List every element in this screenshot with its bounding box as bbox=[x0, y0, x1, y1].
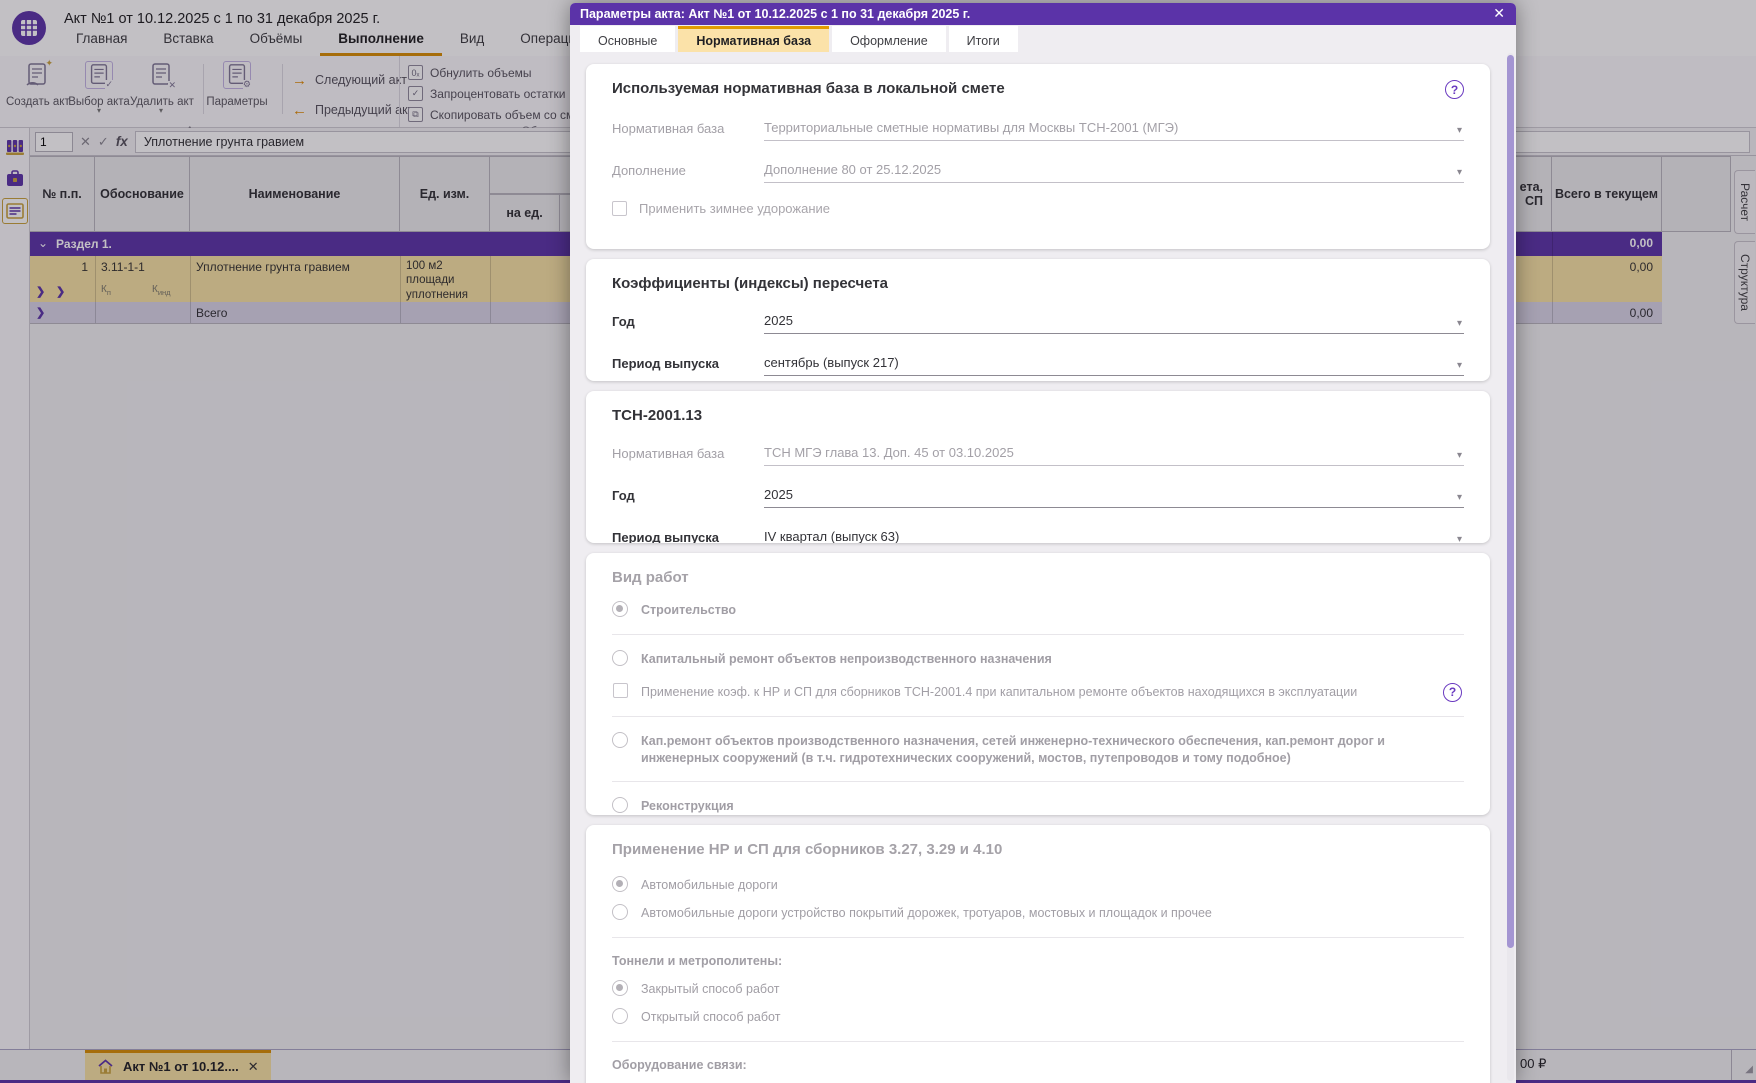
checkbox-nr-sp-coeff[interactable]: Применение коэф. к НР и СП для сборников… bbox=[612, 682, 1464, 702]
card-title: ТСН-2001.13 bbox=[612, 407, 703, 424]
tab-formatting[interactable]: Оформление bbox=[832, 26, 946, 52]
tab-main[interactable]: Основные bbox=[580, 26, 676, 52]
divider bbox=[612, 633, 1464, 635]
field-year: Год 2025 ▾ bbox=[612, 313, 1464, 334]
card-title: Используемая нормативная база в локально… bbox=[612, 80, 1005, 97]
radio-off-icon bbox=[612, 649, 628, 666]
dialog-scrollbar[interactable] bbox=[1507, 53, 1514, 1081]
checkbox-icon bbox=[613, 682, 628, 698]
radio-construction[interactable]: Строительство bbox=[612, 601, 1464, 619]
card-title: Вид работ bbox=[612, 569, 689, 586]
divider bbox=[612, 715, 1464, 717]
card-coefficients: Коэффициенты (индексы) пересчета Год 202… bbox=[586, 259, 1490, 381]
card-tsn-2001-13: ТСН-2001.13 Нормативная база ТСН МГЭ гла… bbox=[586, 391, 1490, 543]
radio-auto-roads-surfacing[interactable]: Автомобильные дороги устройство покрытий… bbox=[612, 903, 1464, 922]
dialog-title-bar[interactable]: Параметры акта: Акт №1 от 10.12.2025 с 1… bbox=[570, 3, 1516, 25]
field-release-period: Период выпуска сентябрь (выпуск 217) ▾ bbox=[612, 355, 1464, 376]
chevron-down-icon: ▾ bbox=[1456, 318, 1462, 329]
dialog-title: Параметры акта: Акт №1 от 10.12.2025 с 1… bbox=[580, 7, 971, 21]
tsn-base-select[interactable]: ТСН МГЭ глава 13. Доп. 45 от 03.10.2025 ▾ bbox=[764, 445, 1464, 466]
radio-capital-repair-prod[interactable]: Кап.ремонт объектов производственного на… bbox=[612, 731, 1464, 767]
chevron-down-icon: ▾ bbox=[1456, 125, 1462, 136]
field-normative-base: Нормативная база Территориальные сметные… bbox=[612, 120, 1464, 141]
field-tsn-year: Год 2025 ▾ bbox=[612, 487, 1464, 508]
field-addition: Дополнение Дополнение 80 от 25.12.2025 ▾ bbox=[612, 162, 1464, 183]
radio-reconstruction[interactable]: Реконструкция bbox=[612, 797, 1464, 815]
chevron-down-icon: ▾ bbox=[1456, 450, 1462, 461]
radio-off-icon bbox=[612, 731, 628, 748]
help-icon[interactable]: ? bbox=[1445, 80, 1464, 99]
divider bbox=[612, 781, 1464, 783]
help-icon[interactable]: ? bbox=[1443, 682, 1462, 702]
radio-auto-roads[interactable]: Автомобильные дороги bbox=[612, 876, 1464, 894]
release-period-select[interactable]: сентябрь (выпуск 217) ▾ bbox=[764, 355, 1464, 376]
chevron-down-icon: ▾ bbox=[1456, 360, 1462, 371]
card-nr-sp: Применение НР и СП для сборников 3.27, 3… bbox=[586, 825, 1490, 1083]
dialog-tab-bar: Основные Нормативная база Оформление Ито… bbox=[570, 25, 1516, 52]
scrollbar-thumb[interactable] bbox=[1507, 55, 1514, 948]
tab-normative-base[interactable]: Нормативная база bbox=[678, 26, 830, 52]
chevron-down-icon: ▾ bbox=[1456, 534, 1462, 543]
year-select[interactable]: 2025 ▾ bbox=[764, 313, 1464, 334]
radio-off-icon bbox=[612, 1007, 628, 1024]
radio-on-icon bbox=[612, 601, 628, 617]
card-title: Применение НР и СП для сборников 3.27, 3… bbox=[612, 841, 1003, 858]
divider bbox=[612, 1040, 1464, 1042]
card-title: Коэффициенты (индексы) пересчета bbox=[612, 275, 889, 292]
radio-off-icon bbox=[612, 797, 628, 814]
radio-closed-method[interactable]: Закрытый способ работ bbox=[612, 979, 1464, 998]
chevron-down-icon: ▾ bbox=[1456, 167, 1462, 178]
subsection-tunnels: Тоннели и метрополитены: bbox=[612, 953, 783, 968]
radio-off-icon bbox=[612, 903, 628, 920]
radio-capital-repair-nonprod[interactable]: Капитальный ремонт объектов непроизводст… bbox=[612, 649, 1464, 668]
subsection-comm: Оборудование связи: bbox=[612, 1057, 747, 1072]
checkbox-icon bbox=[612, 201, 627, 216]
card-work-type: Вид работ Строительство Капитальный ремо… bbox=[586, 553, 1490, 815]
tsn-year-select[interactable]: 2025 ▾ bbox=[764, 487, 1464, 508]
field-tsn-release-period: Период выпуска IV квартал (выпуск 63) ▾ bbox=[612, 529, 1464, 543]
radio-on-icon bbox=[612, 876, 628, 892]
field-tsn-normative-base: Нормативная база ТСН МГЭ глава 13. Доп. … bbox=[612, 445, 1464, 466]
normative-base-select[interactable]: Территориальные сметные нормативы для Мо… bbox=[764, 120, 1464, 141]
addition-select[interactable]: Дополнение 80 от 25.12.2025 ▾ bbox=[764, 162, 1464, 183]
dialog-content: Используемая нормативная база в локально… bbox=[570, 52, 1516, 1083]
radio-on-icon bbox=[612, 979, 628, 996]
chevron-down-icon: ▾ bbox=[1456, 492, 1462, 503]
radio-open-method[interactable]: Открытый способ работ bbox=[612, 1007, 1464, 1026]
tsn-release-period-select[interactable]: IV квартал (выпуск 63) ▾ bbox=[764, 529, 1464, 543]
act-parameters-dialog: Параметры акта: Акт №1 от 10.12.2025 с 1… bbox=[570, 3, 1516, 1083]
card-normative-base: Используемая нормативная база в локально… bbox=[586, 64, 1490, 249]
close-dialog-icon[interactable]: ✕ bbox=[1493, 5, 1505, 22]
winter-surcharge-checkbox[interactable]: Применить зимнее удорожание bbox=[612, 201, 1464, 216]
divider bbox=[612, 936, 1464, 938]
tab-totals[interactable]: Итоги bbox=[948, 26, 1018, 52]
